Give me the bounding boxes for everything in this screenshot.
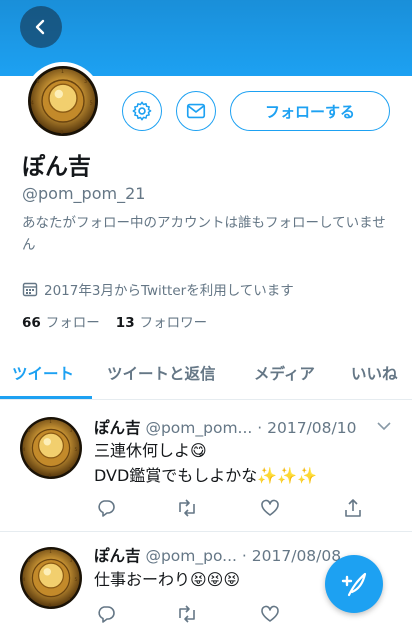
- like-icon: [261, 499, 279, 516]
- tweet-text: 三連休何しよ😋 DVD鑑賞でもしよかな✨✨✨: [94, 438, 317, 488]
- retweet-button[interactable]: [176, 498, 198, 522]
- tweet-author-name: ぽん吉: [94, 419, 141, 437]
- tweet-text: 仕事おーわり😝😝😝: [94, 567, 240, 592]
- tweet-text-line: 三連休何しよ😋: [94, 441, 207, 460]
- tweet-date: 2017/08/10: [267, 419, 357, 437]
- retweet-icon: [179, 605, 195, 623]
- reply-icon: [98, 500, 115, 517]
- settings-button[interactable]: [122, 91, 162, 131]
- share-button[interactable]: [343, 498, 363, 522]
- back-arrow-icon: [35, 19, 45, 35]
- back-button[interactable]: [20, 6, 62, 48]
- joined-text: 2017年3月からTwitterを利用しています: [44, 283, 294, 299]
- like-icon: [261, 605, 279, 622]
- followers-stat[interactable]: 13 フォロワー: [116, 311, 207, 331]
- tweet-separator: ·: [257, 419, 263, 437]
- tweet-item[interactable]: ぽん吉 @pom_pom... · 2017/08/10 三連休何しよ😋 DVD…: [0, 400, 412, 532]
- following-label: フォロー: [45, 315, 100, 331]
- followers-count: 13: [115, 315, 135, 331]
- tweet-text-line: DVD鑑賞でもしよかな✨✨✨: [94, 466, 318, 485]
- following-stat[interactable]: 66 フォロー: [22, 311, 100, 331]
- mail-icon: [186, 103, 206, 119]
- profile-name: ぽん吉: [22, 154, 91, 180]
- tweet-text-line: 仕事おーわり😝😝😝: [94, 570, 241, 589]
- follow-stats: 66 フォロー 13 フォロワー: [22, 311, 207, 331]
- reply-button[interactable]: [96, 498, 116, 522]
- retweet-icon: [179, 499, 195, 517]
- compose-tweet-button[interactable]: [325, 555, 383, 613]
- tweet-author-handle: @pom_po...: [145, 547, 237, 565]
- tweet-actions: [94, 604, 374, 626]
- message-button[interactable]: [176, 91, 216, 131]
- tweet-date: 2017/08/08: [251, 547, 342, 565]
- tweet-author-name: ぽん吉: [94, 547, 141, 565]
- joined-info: 2017年3月からTwitterを利用しています: [22, 279, 294, 299]
- like-button[interactable]: [260, 604, 280, 628]
- tweet-author-handle: @pom_pom...: [145, 419, 253, 437]
- profile-avatar[interactable]: [24, 62, 102, 140]
- share-icon: [345, 499, 361, 517]
- like-button[interactable]: [260, 498, 280, 522]
- chevron-down-icon[interactable]: [376, 420, 392, 432]
- profile-tabs: ツイート ツイートと返信 メディア いいね: [0, 352, 412, 400]
- tab-tweets-replies[interactable]: ツイートと返信: [107, 352, 216, 400]
- following-count: 66: [22, 315, 41, 331]
- follow-button[interactable]: フォローする: [230, 91, 390, 131]
- tweet-header: ぽん吉 @pom_pom... · 2017/08/10: [94, 416, 384, 438]
- tab-tweets[interactable]: ツイート: [12, 352, 74, 400]
- tweet-actions: [94, 498, 374, 520]
- tab-media[interactable]: メディア: [254, 352, 315, 400]
- profile-handle: @pom_pom_21: [22, 184, 146, 203]
- calendar-icon: [22, 282, 38, 297]
- tweet-separator: ·: [241, 547, 247, 565]
- tweet-avatar[interactable]: [20, 417, 82, 479]
- active-tab-indicator: [0, 396, 92, 399]
- retweet-button[interactable]: [176, 604, 198, 628]
- followers-label: フォロワー: [139, 315, 208, 331]
- reply-icon: [98, 606, 115, 623]
- gear-icon: [132, 101, 152, 121]
- compose-icon: [341, 572, 367, 597]
- tab-likes[interactable]: いいね: [351, 352, 398, 400]
- profile-bio: あなたがフォロー中のアカウントは誰もフォローしていません: [22, 215, 386, 253]
- reply-button[interactable]: [96, 604, 116, 628]
- tweet-avatar[interactable]: [20, 547, 82, 609]
